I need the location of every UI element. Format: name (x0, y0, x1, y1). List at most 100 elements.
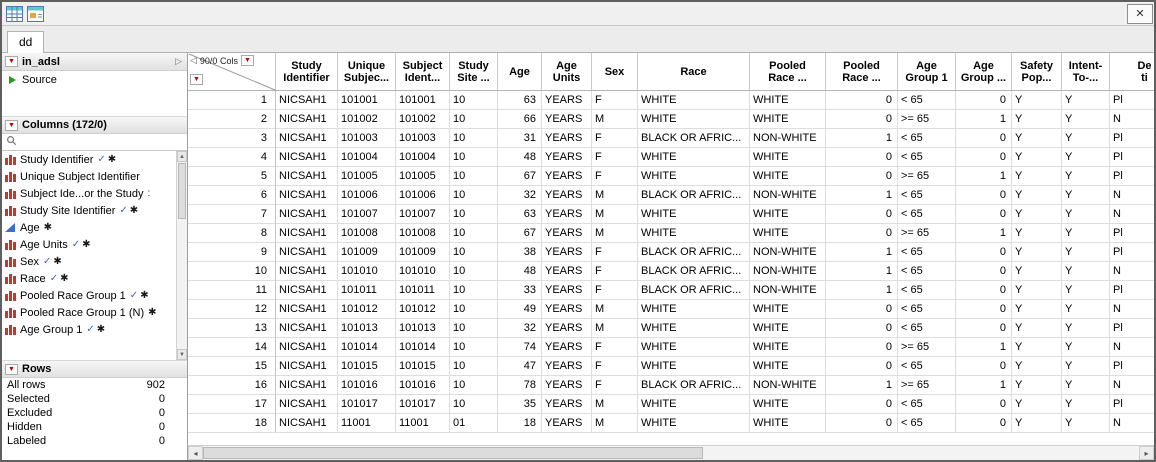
cell[interactable]: 101008 (338, 224, 396, 243)
cell[interactable]: 10 (450, 338, 498, 357)
cell[interactable]: Y (1012, 129, 1062, 148)
cell[interactable]: 0 (826, 357, 898, 376)
cell[interactable]: Pl (1110, 243, 1154, 262)
cell[interactable]: 101013 (338, 319, 396, 338)
cell[interactable]: 10 (450, 357, 498, 376)
cell[interactable]: 1 (956, 224, 1012, 243)
cell[interactable]: N (1110, 300, 1154, 319)
cell[interactable]: < 65 (898, 414, 956, 433)
cell[interactable]: 38 (498, 243, 542, 262)
cell[interactable]: WHITE (638, 205, 750, 224)
cell[interactable]: Y (1062, 338, 1110, 357)
cell[interactable]: 35 (498, 395, 542, 414)
cell[interactable]: Y (1012, 300, 1062, 319)
cell[interactable]: WHITE (750, 91, 826, 110)
cell[interactable]: 0 (826, 414, 898, 433)
cell[interactable]: YEARS (542, 281, 592, 300)
cell[interactable]: BLACK OR AFRIC... (638, 262, 750, 281)
cell[interactable]: 101009 (338, 243, 396, 262)
cell[interactable]: Pl (1110, 281, 1154, 300)
cell[interactable]: N (1110, 414, 1154, 433)
row-number[interactable]: 6 (188, 186, 276, 205)
cell[interactable]: 101003 (338, 129, 396, 148)
cell[interactable]: 10 (450, 376, 498, 395)
cell[interactable]: 0 (826, 395, 898, 414)
cell[interactable]: NICSAH1 (276, 262, 338, 281)
column-list-item[interactable]: Age Units✓✱ (2, 236, 176, 253)
cell[interactable]: 10 (450, 395, 498, 414)
cell[interactable]: < 65 (898, 186, 956, 205)
cell[interactable]: YEARS (542, 319, 592, 338)
cell[interactable]: F (592, 167, 638, 186)
cell[interactable]: 0 (956, 357, 1012, 376)
cell[interactable]: Y (1012, 414, 1062, 433)
cell[interactable]: Y (1062, 243, 1110, 262)
cell[interactable]: 101003 (396, 129, 450, 148)
cell[interactable]: Y (1062, 357, 1110, 376)
cell[interactable]: Y (1062, 414, 1110, 433)
cell[interactable]: NICSAH1 (276, 319, 338, 338)
cell[interactable]: Pl (1110, 129, 1154, 148)
cell[interactable]: N (1110, 205, 1154, 224)
column-header[interactable]: Subject Ident... (396, 53, 450, 90)
rows-panel-red-triangle[interactable]: ▼ (5, 364, 18, 375)
cell[interactable]: 31 (498, 129, 542, 148)
cell[interactable]: N (1110, 376, 1154, 395)
row-number[interactable]: 2 (188, 110, 276, 129)
cell[interactable]: NICSAH1 (276, 129, 338, 148)
cell[interactable]: NON-WHITE (750, 281, 826, 300)
tab-dd[interactable]: dd (7, 31, 44, 53)
cell[interactable]: 10 (450, 110, 498, 129)
cell[interactable]: 78 (498, 376, 542, 395)
cell[interactable]: YEARS (542, 91, 592, 110)
cell[interactable]: 101015 (338, 357, 396, 376)
cell[interactable]: YEARS (542, 224, 592, 243)
cell[interactable]: NICSAH1 (276, 376, 338, 395)
cell[interactable]: Y (1012, 110, 1062, 129)
cell[interactable]: F (592, 148, 638, 167)
cell[interactable]: NICSAH1 (276, 338, 338, 357)
cell[interactable]: YEARS (542, 110, 592, 129)
cell[interactable]: Y (1062, 129, 1110, 148)
cell[interactable]: M (592, 186, 638, 205)
cell[interactable]: 66 (498, 110, 542, 129)
column-header[interactable]: Safety Pop... (1012, 53, 1062, 90)
cell[interactable]: 1 (826, 243, 898, 262)
cell[interactable]: 0 (956, 205, 1012, 224)
cell[interactable]: YEARS (542, 186, 592, 205)
cell[interactable]: N (1110, 110, 1154, 129)
cell[interactable]: F (592, 376, 638, 395)
cell[interactable]: 33 (498, 281, 542, 300)
cell[interactable]: Pl (1110, 357, 1154, 376)
cell[interactable]: 0 (826, 319, 898, 338)
cell[interactable]: 101014 (396, 338, 450, 357)
row-number[interactable]: 4 (188, 148, 276, 167)
cell[interactable]: 0 (826, 205, 898, 224)
column-list-item[interactable]: Age Group 1✓✱ (2, 321, 176, 338)
rows-stat-row[interactable]: All rows902 (2, 378, 187, 392)
column-list-item[interactable]: Race✓✱ (2, 270, 176, 287)
cell[interactable]: 10 (450, 186, 498, 205)
cell[interactable]: 0 (826, 300, 898, 319)
cell[interactable]: YEARS (542, 414, 592, 433)
cell[interactable]: YEARS (542, 129, 592, 148)
cell[interactable]: 32 (498, 319, 542, 338)
cell[interactable]: 10 (450, 148, 498, 167)
row-number[interactable]: 11 (188, 281, 276, 300)
cell[interactable]: 101017 (338, 395, 396, 414)
cell[interactable]: Y (1012, 186, 1062, 205)
cell[interactable]: WHITE (750, 300, 826, 319)
collapse-panels-arrow-icon[interactable]: ◁ (190, 55, 197, 66)
cell[interactable]: Y (1062, 167, 1110, 186)
cell[interactable]: F (592, 338, 638, 357)
table-menu-red-triangle[interactable]: ▼ (5, 56, 18, 67)
cell[interactable]: F (592, 91, 638, 110)
cell[interactable]: WHITE (638, 357, 750, 376)
cell[interactable]: NON-WHITE (750, 186, 826, 205)
row-number[interactable]: 10 (188, 262, 276, 281)
cell[interactable]: 48 (498, 148, 542, 167)
source-script-item[interactable]: Source (2, 71, 187, 89)
columns-search-input[interactable] (20, 135, 183, 150)
column-header[interactable]: Age (498, 53, 542, 90)
column-header[interactable]: Study Identifier (276, 53, 338, 90)
